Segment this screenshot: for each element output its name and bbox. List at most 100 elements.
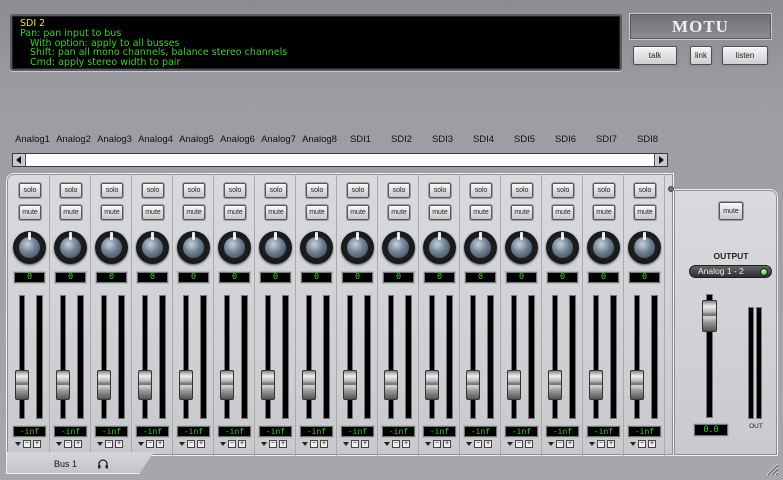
mute-button[interactable]: mute bbox=[429, 205, 451, 220]
dropdown-arrow-icon[interactable] bbox=[15, 442, 21, 446]
solo-button[interactable]: solo bbox=[388, 183, 410, 198]
dropdown-arrow-icon[interactable] bbox=[507, 442, 513, 446]
level-readout[interactable]: -inf bbox=[300, 426, 333, 437]
increment-button[interactable]: + bbox=[156, 440, 164, 448]
listen-button[interactable]: listen bbox=[722, 46, 768, 65]
talk-button[interactable]: talk bbox=[633, 46, 677, 65]
dropdown-arrow-icon[interactable] bbox=[138, 442, 144, 446]
pan-readout[interactable]: 0 bbox=[260, 272, 291, 283]
level-readout[interactable]: -inf bbox=[54, 426, 87, 437]
bus-tab[interactable] bbox=[6, 452, 154, 474]
fader-handle[interactable] bbox=[97, 370, 111, 400]
pan-knob[interactable] bbox=[136, 231, 169, 264]
pan-knob[interactable] bbox=[464, 231, 497, 264]
dropdown-arrow-icon[interactable] bbox=[589, 442, 595, 446]
pan-knob[interactable] bbox=[423, 231, 456, 264]
fader-handle[interactable] bbox=[261, 370, 275, 400]
mute-button[interactable]: mute bbox=[183, 205, 205, 220]
solo-button[interactable]: solo bbox=[101, 183, 123, 198]
mute-button[interactable]: mute bbox=[19, 205, 41, 220]
mute-button[interactable]: mute bbox=[470, 205, 492, 220]
solo-button[interactable]: solo bbox=[511, 183, 533, 198]
fader-handle[interactable] bbox=[15, 370, 29, 400]
fader-handle[interactable] bbox=[384, 370, 398, 400]
output-select[interactable]: Analog 1 - 2 bbox=[689, 265, 772, 278]
pan-knob[interactable] bbox=[259, 231, 292, 264]
pan-knob[interactable] bbox=[505, 231, 538, 264]
mute-button[interactable]: mute bbox=[224, 205, 246, 220]
dropdown-arrow-icon[interactable] bbox=[343, 442, 349, 446]
output-mute-button[interactable]: mute bbox=[719, 202, 743, 220]
decrement-button[interactable]: − bbox=[433, 440, 441, 448]
pan-readout[interactable]: 0 bbox=[588, 272, 619, 283]
decrement-button[interactable]: − bbox=[64, 440, 72, 448]
decrement-button[interactable]: − bbox=[351, 440, 359, 448]
increment-button[interactable]: + bbox=[402, 440, 410, 448]
level-readout[interactable]: -inf bbox=[259, 426, 292, 437]
fader-handle[interactable] bbox=[466, 370, 480, 400]
mute-button[interactable]: mute bbox=[634, 205, 656, 220]
level-readout[interactable]: -inf bbox=[218, 426, 251, 437]
level-readout[interactable]: -inf bbox=[136, 426, 169, 437]
solo-button[interactable]: solo bbox=[634, 183, 656, 198]
level-readout[interactable]: -inf bbox=[177, 426, 210, 437]
mute-button[interactable]: mute bbox=[101, 205, 123, 220]
fader-handle[interactable] bbox=[425, 370, 439, 400]
fader-handle[interactable] bbox=[56, 370, 70, 400]
headphones-icon[interactable] bbox=[97, 458, 109, 469]
fader-handle[interactable] bbox=[179, 370, 193, 400]
increment-button[interactable]: + bbox=[484, 440, 492, 448]
pan-readout[interactable]: 0 bbox=[547, 272, 578, 283]
dropdown-arrow-icon[interactable] bbox=[425, 442, 431, 446]
decrement-button[interactable]: − bbox=[146, 440, 154, 448]
pan-readout[interactable]: 0 bbox=[506, 272, 537, 283]
pan-knob[interactable] bbox=[628, 231, 661, 264]
fader-handle[interactable] bbox=[507, 370, 521, 400]
increment-button[interactable]: + bbox=[279, 440, 287, 448]
decrement-button[interactable]: − bbox=[187, 440, 195, 448]
solo-button[interactable]: solo bbox=[19, 183, 41, 198]
pan-readout[interactable]: 0 bbox=[219, 272, 250, 283]
pan-knob[interactable] bbox=[218, 231, 251, 264]
pan-knob[interactable] bbox=[382, 231, 415, 264]
fader-handle[interactable] bbox=[302, 370, 316, 400]
mute-button[interactable]: mute bbox=[388, 205, 410, 220]
level-readout[interactable]: -inf bbox=[546, 426, 579, 437]
horizontal-scrollbar[interactable] bbox=[12, 153, 668, 167]
fader-handle[interactable] bbox=[138, 370, 152, 400]
pan-readout[interactable]: 0 bbox=[465, 272, 496, 283]
mute-button[interactable]: mute bbox=[552, 205, 574, 220]
solo-button[interactable]: solo bbox=[306, 183, 328, 198]
increment-button[interactable]: + bbox=[320, 440, 328, 448]
dropdown-arrow-icon[interactable] bbox=[179, 442, 185, 446]
bus-label[interactable]: Bus 1 bbox=[54, 459, 77, 469]
level-readout[interactable]: -inf bbox=[341, 426, 374, 437]
output-level-readout[interactable]: 0.0 bbox=[694, 424, 728, 436]
increment-button[interactable]: + bbox=[525, 440, 533, 448]
fader-handle[interactable] bbox=[630, 370, 644, 400]
pan-knob[interactable] bbox=[13, 231, 46, 264]
pan-readout[interactable]: 0 bbox=[424, 272, 455, 283]
solo-button[interactable]: solo bbox=[224, 183, 246, 198]
level-readout[interactable]: -inf bbox=[464, 426, 497, 437]
level-readout[interactable]: -inf bbox=[505, 426, 538, 437]
decrement-button[interactable]: − bbox=[23, 440, 31, 448]
pan-readout[interactable]: 0 bbox=[96, 272, 127, 283]
pan-knob[interactable] bbox=[177, 231, 210, 264]
scroll-right-button[interactable] bbox=[654, 154, 667, 166]
increment-button[interactable]: + bbox=[566, 440, 574, 448]
increment-button[interactable]: + bbox=[115, 440, 123, 448]
pan-readout[interactable]: 0 bbox=[14, 272, 45, 283]
solo-button[interactable]: solo bbox=[265, 183, 287, 198]
solo-button[interactable]: solo bbox=[593, 183, 615, 198]
fader-handle[interactable] bbox=[548, 370, 562, 400]
fader-handle[interactable] bbox=[589, 370, 603, 400]
mute-button[interactable]: mute bbox=[593, 205, 615, 220]
scroll-left-button[interactable] bbox=[13, 154, 26, 166]
pan-readout[interactable]: 0 bbox=[383, 272, 414, 283]
pan-readout[interactable]: 0 bbox=[137, 272, 168, 283]
increment-button[interactable]: + bbox=[648, 440, 656, 448]
pan-readout[interactable]: 0 bbox=[301, 272, 332, 283]
mute-button[interactable]: mute bbox=[306, 205, 328, 220]
decrement-button[interactable]: − bbox=[556, 440, 564, 448]
